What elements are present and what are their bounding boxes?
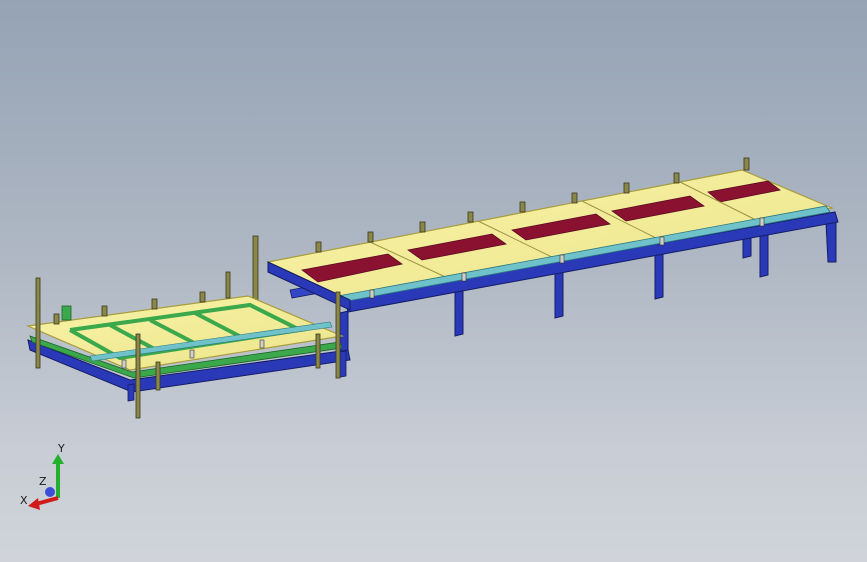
y-axis-label: Y: [57, 442, 65, 455]
y-axis-arrow-icon: [52, 454, 64, 464]
orientation-triad[interactable]: Y X Z: [18, 440, 78, 515]
x-axis-label: X: [20, 494, 28, 507]
cad-viewport[interactable]: Y X Z: [0, 0, 867, 562]
long-conveyor-table[interactable]: [252, 157, 839, 353]
x-axis-arrow-icon: [28, 498, 40, 510]
conveyor-assembly-model[interactable]: [0, 0, 867, 562]
z-axis-label: Z: [39, 475, 47, 488]
x-axis-line: [35, 496, 59, 506]
z-axis-origin-icon: [45, 487, 55, 497]
